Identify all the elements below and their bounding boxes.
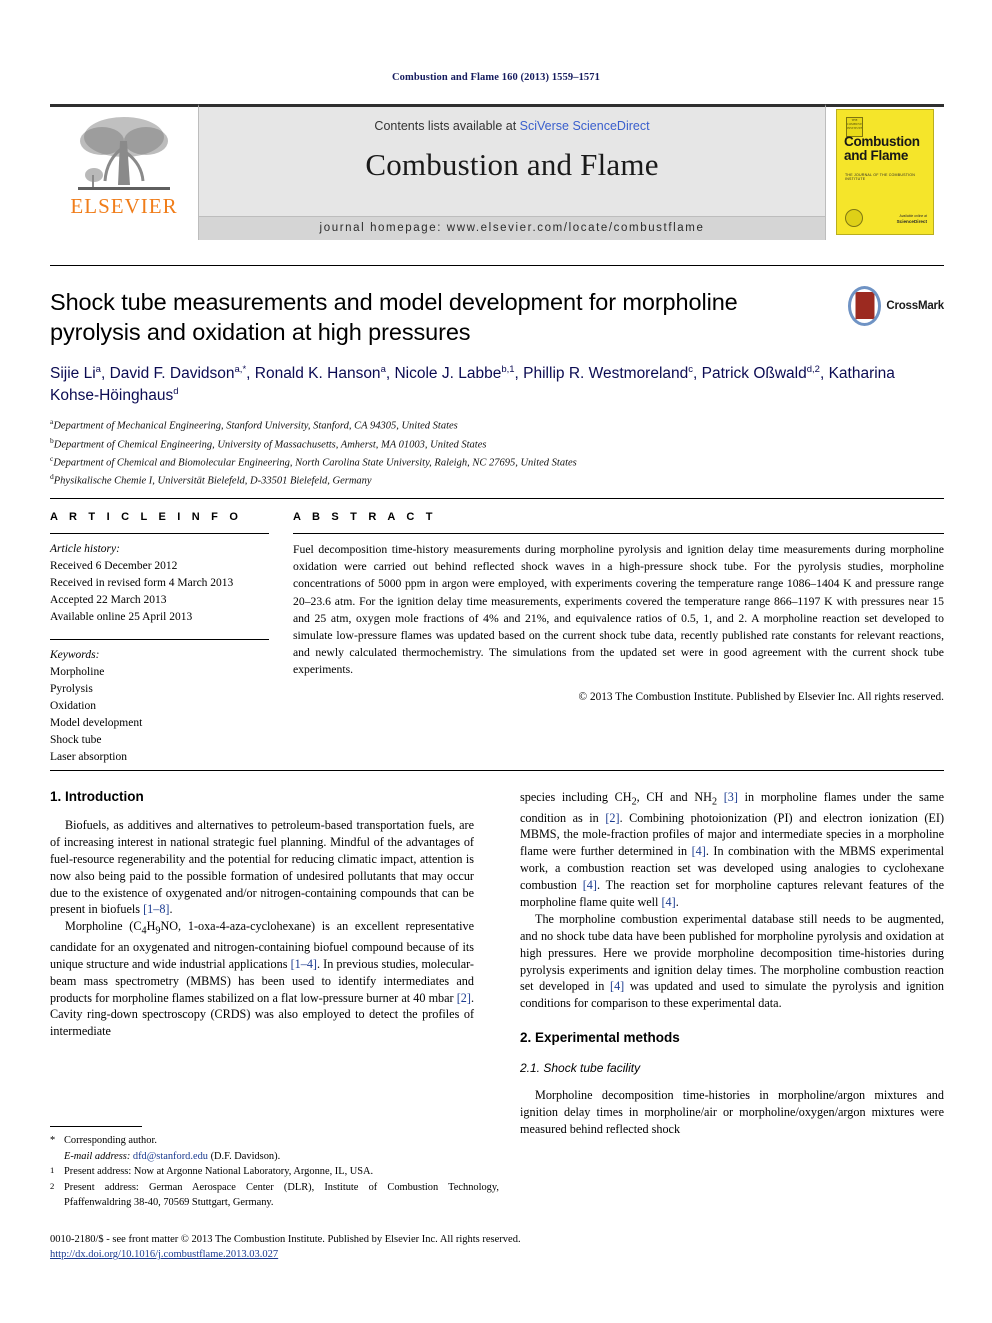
cover-subtitle: THE JOURNAL OF THE COMBUSTION INSTITUTE: [845, 173, 916, 181]
divider: [293, 533, 944, 534]
footnote-text: Present address: Now at Argonne National…: [64, 1166, 374, 1178]
email-link[interactable]: dfd@stanford.edu: [133, 1151, 208, 1162]
cover-footer-brand: ScienceDirect: [896, 219, 927, 225]
crossmark-icon: [848, 286, 882, 326]
contents-prefix: Contents lists available at: [374, 119, 520, 133]
divider: [50, 639, 269, 641]
article-history-label: Article history:: [50, 543, 120, 555]
footnote-marker: *: [50, 1135, 56, 1146]
info-abstract-band: A R T I C L E I N F O Article history: R…: [50, 498, 944, 766]
history-item: Received 6 December 2012: [50, 559, 178, 572]
sciencedirect-link[interactable]: SciVerse ScienceDirect: [520, 119, 650, 133]
paragraph: species including CH2, CH and NH2 [3] in…: [520, 790, 945, 909]
paragraph: Morpholine decomposition time-histories …: [520, 1088, 944, 1136]
journal-masthead: ELSEVIER Contents lists available at Sci…: [50, 104, 944, 240]
keywords-label: Keywords:: [50, 649, 100, 662]
paragraph: Biofuels, as additives and alternatives …: [50, 818, 474, 917]
section-heading-experimental-methods: 2. Experimental methods: [520, 1030, 680, 1046]
elsevier-tree-icon: [78, 117, 170, 190]
article-page: Combustion and Flame 160 (2013) 1559–157…: [0, 0, 992, 1323]
abstract-column: A B S T R A C T Fuel decomposition time-…: [293, 511, 944, 766]
cover-title-line2: and Flame: [844, 147, 909, 163]
footnote-present-address-1: 1 Present address: Now at Argonne Nation…: [50, 1164, 499, 1180]
footnote-present-address-2: 2 Present address: German Aerospace Cent…: [50, 1180, 499, 1211]
divider: [50, 533, 269, 534]
keywords: Keywords: Morpholine Pyrolysis Oxidation…: [50, 647, 269, 765]
affiliation-item: cDepartment of Chemical and Biomolecular…: [50, 453, 577, 469]
footnote-email: E-mail address: dfd@stanford.edu (D.F. D…: [50, 1149, 499, 1165]
history-item: Available online 25 April 2013: [50, 610, 193, 623]
footnote-marker: 2: [50, 1180, 55, 1191]
cover-title: Combustion and Flame: [844, 135, 928, 163]
affiliation-item: bDepartment of Chemical Engineering, Uni…: [50, 435, 487, 451]
body-left-column: 1. Introduction Biofuels, as additives a…: [50, 789, 474, 1138]
abstract-heading: A B S T R A C T: [293, 511, 437, 523]
keyword-item: Oxidation: [50, 700, 96, 713]
cover-seal-icon: [845, 209, 863, 227]
article-info-heading: A R T I C L E I N F O: [50, 511, 243, 523]
page-title: Shock tube measurements and model develo…: [50, 289, 738, 345]
elsevier-wordmark: ELSEVIER: [70, 194, 178, 218]
affiliation-list: aDepartment of Mechanical Engineering, S…: [50, 416, 944, 489]
history-item: Received in revised form 4 March 2013: [50, 576, 234, 589]
footnote-marker: 1: [50, 1165, 55, 1176]
footnote-corresponding-author: * Corresponding author.: [50, 1133, 499, 1149]
journal-cover-container: THE COMBUSTION INSTITUTE Combustion and …: [826, 104, 944, 240]
section-heading-introduction: 1. Introduction: [50, 789, 144, 804]
issn-line: 0010-2180/$ - see front matter © 2013 Th…: [50, 1234, 521, 1245]
footnote-divider: [50, 1126, 142, 1127]
footnote-text: Corresponding author.: [64, 1135, 157, 1146]
journal-cover-image: THE COMBUSTION INSTITUTE Combustion and …: [836, 109, 934, 235]
footnotes-block: * Corresponding author. E-mail address: …: [50, 1126, 499, 1211]
journal-banner: Contents lists available at SciVerse Sci…: [198, 104, 826, 240]
abstract-copyright: © 2013 The Combustion Institute. Publish…: [578, 690, 944, 703]
article-history: Article history: Received 6 December 201…: [50, 541, 269, 625]
crossmark-badge[interactable]: CrossMark: [848, 284, 944, 328]
article-body: 1. Introduction Biofuels, as additives a…: [50, 770, 944, 1138]
history-item: Accepted 22 March 2013: [50, 593, 167, 606]
cover-footer: Available online at ScienceDirect: [897, 214, 927, 226]
cover-title-line1: Combustion: [844, 134, 920, 149]
article-info-column: A R T I C L E I N F O Article history: R…: [50, 511, 293, 766]
affiliation-item: aDepartment of Mechanical Engineering, S…: [50, 417, 458, 432]
paragraph: The morpholine combustion experimental d…: [520, 911, 944, 1011]
email-label: E-mail address:: [64, 1150, 131, 1162]
journal-title: Combustion and Flame: [365, 147, 659, 182]
keyword-item: Model development: [50, 717, 143, 730]
title-block: CrossMark Shock tube measurements and mo…: [50, 265, 944, 489]
doi-link[interactable]: http://dx.doi.org/10.1016/j.combustflame…: [50, 1249, 278, 1260]
author-list: Sijie Lia, David F. Davidsona,*, Ronald …: [50, 364, 895, 404]
keyword-item: Morpholine: [50, 666, 105, 679]
contents-line: Contents lists available at SciVerse Sci…: [374, 119, 649, 133]
crossmark-label: CrossMark: [886, 300, 944, 312]
keyword-item: Laser absorption: [50, 750, 127, 763]
keyword-item: Shock tube: [50, 733, 102, 746]
abstract-text: Fuel decomposition time-history measurem…: [293, 543, 944, 677]
journal-homepage[interactable]: journal homepage: www.elsevier.com/locat…: [199, 216, 825, 240]
affiliation-item: dPhysikalische Chemie I, Universität Bie…: [50, 472, 372, 487]
footnote-text: Present address: German Aerospace Center…: [64, 1181, 499, 1209]
running-head: Combustion and Flame 160 (2013) 1559–157…: [392, 72, 600, 83]
paragraph: Morpholine (C4H9NO, 1-oxa-4-aza-cyclohex…: [50, 919, 474, 1039]
subsection-heading-shock-tube-facility: 2.1. Shock tube facility: [520, 1061, 641, 1076]
keyword-item: Pyrolysis: [50, 683, 93, 696]
page-footer: 0010-2180/$ - see front matter © 2013 Th…: [50, 1232, 950, 1262]
publisher-logo: ELSEVIER: [50, 104, 198, 240]
email-owner: (D.F. Davidson).: [210, 1150, 281, 1162]
body-right-column: species including CH2, CH and NH2 [3] in…: [520, 789, 944, 1138]
